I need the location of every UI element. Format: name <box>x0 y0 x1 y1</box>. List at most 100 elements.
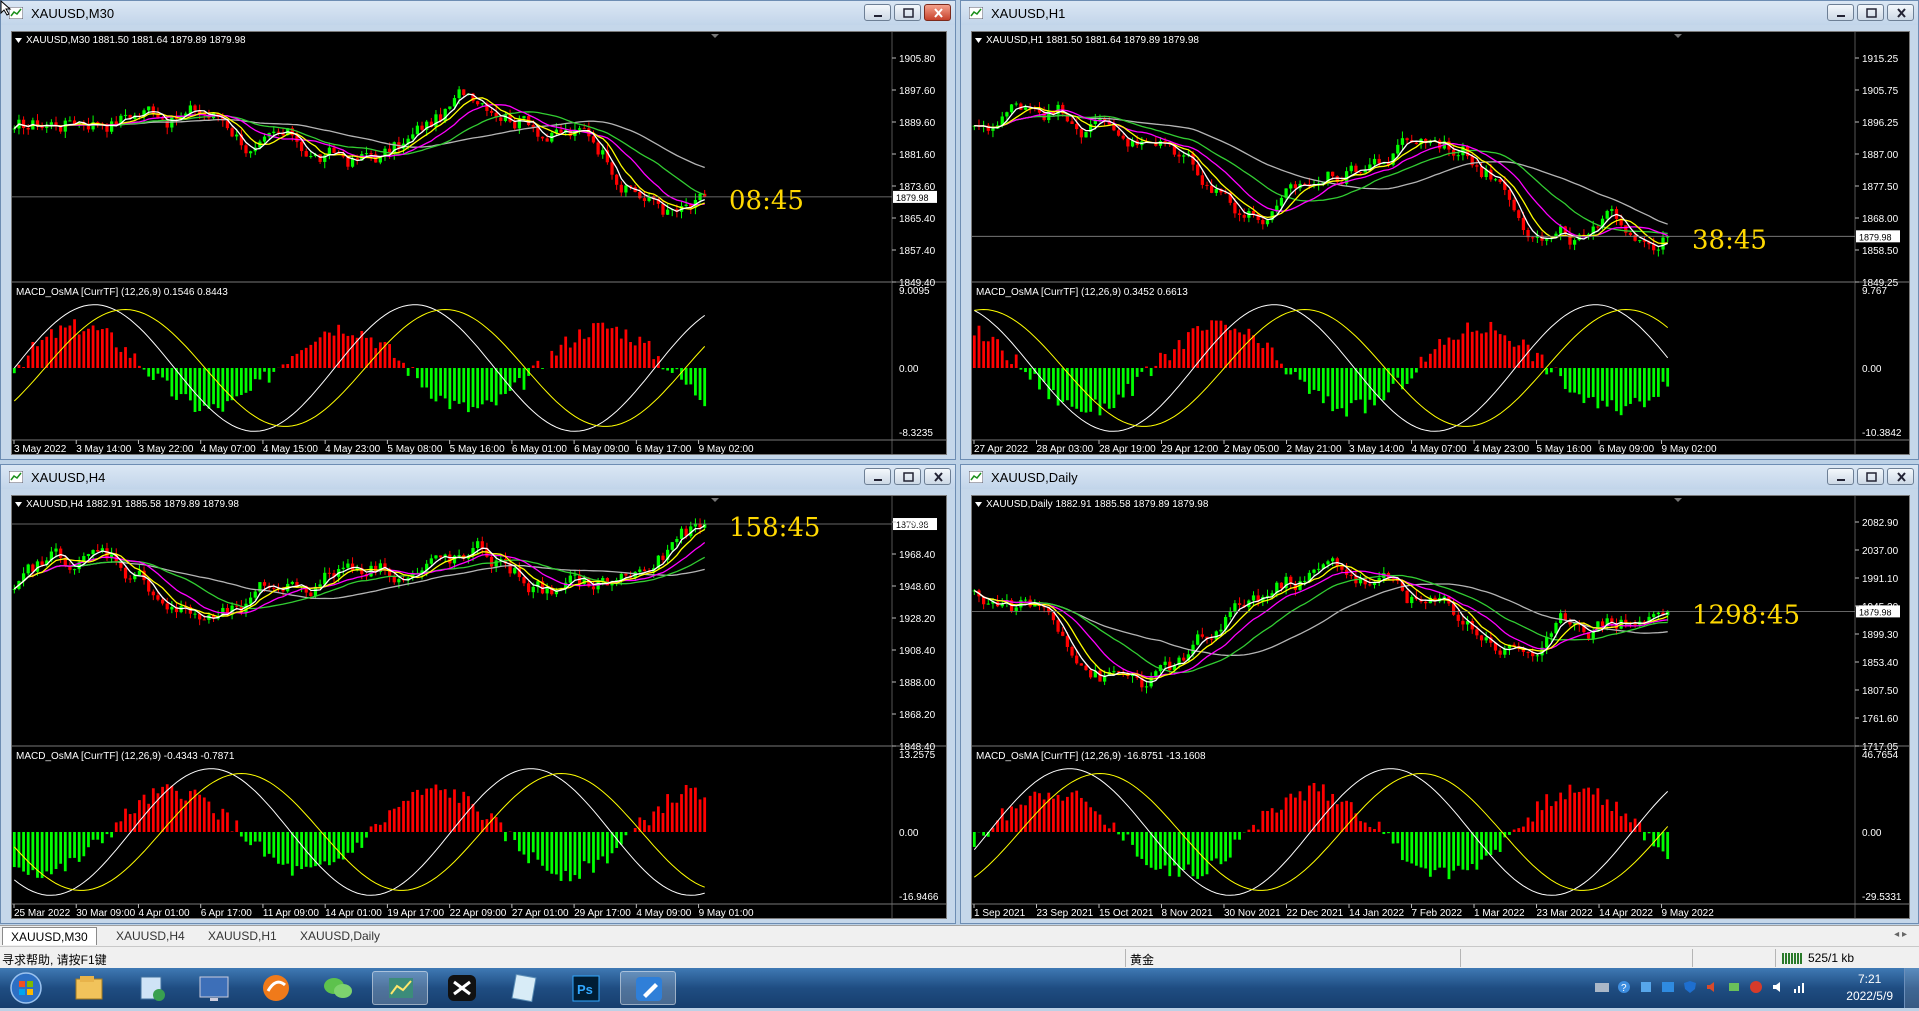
price-chart-svg: 1879.981915.251905.751896.251887.001877.… <box>972 32 1910 455</box>
close-button[interactable] <box>924 4 951 21</box>
tab-xauusd-m30[interactable]: XAUUSD,M30 <box>2 927 97 945</box>
candle-body <box>1233 203 1236 214</box>
chart-area[interactable]: 1879.981905.801897.601889.601881.601873.… <box>11 31 947 455</box>
close-button[interactable] <box>1887 4 1914 21</box>
candle-body <box>1098 671 1101 682</box>
restore-button[interactable] <box>1857 4 1884 21</box>
candle-body <box>541 137 544 139</box>
volume-tray-icon[interactable] <box>1771 980 1785 994</box>
metatrader-icon[interactable] <box>372 971 428 1005</box>
candle-body <box>1331 172 1334 176</box>
status-traffic: 525/1 kb <box>1808 951 1854 965</box>
tab-scroll-arrows[interactable]: ◂ ▸ <box>1894 929 1907 940</box>
candle-body <box>453 98 456 106</box>
antivirus-tray-icon[interactable] <box>1749 980 1763 994</box>
edit-tool-icon[interactable] <box>620 971 676 1005</box>
time-axis-label: 6 May 09:00 <box>574 444 629 455</box>
candle-body <box>1080 129 1083 137</box>
window-titlebar[interactable]: XAUUSD,Daily <box>961 465 1918 489</box>
candle-body <box>457 89 460 98</box>
minimize-button[interactable] <box>1827 4 1854 21</box>
price-tick-label: 1908.40 <box>899 646 936 657</box>
candle-body <box>305 151 308 157</box>
candle-body <box>490 111 493 113</box>
candle-body <box>300 142 303 151</box>
minimize-button[interactable] <box>864 468 891 485</box>
chart-area[interactable]: 1879.981988.201968.401948.601928.201908.… <box>11 495 947 919</box>
price-tick-label: 1807.50 <box>1862 686 1899 697</box>
capcut-icon[interactable] <box>434 971 490 1005</box>
candle-body <box>1494 179 1497 180</box>
candle-body <box>254 592 257 598</box>
candle-body <box>1168 662 1171 670</box>
restore-button[interactable] <box>894 468 921 485</box>
network-tool-icon[interactable] <box>124 971 180 1005</box>
osc-tick-label: -10.3842 <box>1862 428 1902 439</box>
network-tray-icon[interactable] <box>1639 980 1653 994</box>
candle-body <box>532 587 535 592</box>
chart-window-h4[interactable]: XAUUSD,H4 1879.981988.201968.401948.6019… <box>0 464 956 924</box>
explorer-icon[interactable] <box>62 971 118 1005</box>
candle-body <box>1196 634 1199 644</box>
candle-body <box>439 555 442 557</box>
window-titlebar[interactable]: XAUUSD,H1 <box>961 1 1918 25</box>
close-button[interactable] <box>1887 468 1914 485</box>
show-desktop-button[interactable] <box>1904 968 1919 1008</box>
notepad-icon[interactable] <box>496 971 552 1005</box>
wechat-icon[interactable] <box>310 971 366 1005</box>
osc-tick-label: 9.767 <box>1862 286 1887 297</box>
battery-tray-icon[interactable] <box>1727 980 1741 994</box>
candle-body <box>416 126 419 135</box>
price-tick-label: 1889.60 <box>899 118 936 129</box>
candle-body <box>1396 145 1399 154</box>
chart-window-d1[interactable]: XAUUSD,Daily 1879.982082.902037.001991.1… <box>960 464 1919 924</box>
start-button[interactable] <box>0 971 52 1005</box>
monitor-icon[interactable] <box>186 971 242 1005</box>
window-titlebar[interactable]: XAUUSD,H4 <box>1 465 955 489</box>
candle-body <box>1252 595 1255 600</box>
time-axis-label: 27 Apr 01:00 <box>512 908 569 919</box>
system-clock[interactable]: 7:21 2022/5/9 <box>1846 971 1893 1005</box>
wifi-tray-icon[interactable] <box>1793 980 1807 994</box>
time-axis-label: 29 Apr 17:00 <box>574 908 631 919</box>
time-axis-label: 23 Sep 2021 <box>1037 908 1094 919</box>
tab-xauusd-daily[interactable]: XAUUSD,Daily <box>292 927 388 945</box>
time-axis-label: 9 May 2022 <box>1662 908 1715 919</box>
browser-icon[interactable] <box>248 971 304 1005</box>
candle-body <box>318 584 321 586</box>
speaker-tray-icon[interactable] <box>1705 980 1719 994</box>
close-button[interactable] <box>924 468 951 485</box>
photoshop-icon[interactable]: Ps <box>558 971 614 1005</box>
chart-window-h1[interactable]: XAUUSD,H1 1879.981915.251905.751896.2518… <box>960 0 1919 460</box>
candle-body <box>1606 211 1609 219</box>
candle-body <box>1592 632 1595 639</box>
chart-window-m30[interactable]: XAUUSD,M30 1879.981905.801897.601889.601… <box>0 0 956 460</box>
chart-header-label: XAUUSD,Daily 1882.91 1885.58 1879.89 187… <box>986 499 1209 510</box>
candle-body <box>481 103 484 104</box>
restore-button[interactable] <box>1857 468 1884 485</box>
keyboard-tray-icon[interactable] <box>1595 980 1609 994</box>
candle-body <box>1182 155 1185 156</box>
tab-xauusd-h4[interactable]: XAUUSD,H4 <box>108 927 193 945</box>
window-titlebar[interactable]: XAUUSD,M30 <box>1 1 955 25</box>
shield-tray-icon[interactable] <box>1683 980 1697 994</box>
price-tick-label: 1928.20 <box>899 614 936 625</box>
tab-xauusd-h1[interactable]: XAUUSD,H1 <box>200 927 285 945</box>
defender-tray-icon[interactable] <box>1661 980 1675 994</box>
candle-body <box>1056 620 1059 632</box>
minimize-button[interactable] <box>864 4 891 21</box>
chart-area[interactable]: 1879.982082.902037.001991.101945.201899.… <box>971 495 1910 919</box>
candle-body <box>1508 190 1511 200</box>
chart-area[interactable]: 1879.981915.251905.751896.251887.001877.… <box>971 31 1910 455</box>
help-tray-icon[interactable]: ? <box>1617 980 1631 994</box>
minimize-button[interactable] <box>1827 468 1854 485</box>
restore-button[interactable] <box>894 4 921 21</box>
candle-countdown-timer: 38:45 <box>1692 225 1767 255</box>
candle-body <box>1531 237 1534 238</box>
candle-body <box>1266 220 1269 224</box>
candle-body <box>156 595 159 599</box>
chart-window-icon <box>969 471 983 483</box>
candle-body <box>1378 159 1381 164</box>
candle-body <box>680 529 683 539</box>
candle-body <box>559 130 562 133</box>
